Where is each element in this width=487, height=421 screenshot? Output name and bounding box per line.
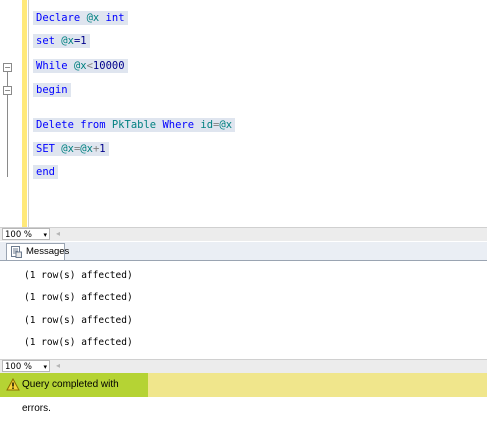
fold-gutter: − −: [0, 0, 22, 228]
code-token: 1: [99, 143, 106, 155]
messages-pane: (1 row(s) affected) (1 row(s) affected) …: [0, 261, 487, 359]
collapse-while-icon[interactable]: −: [3, 63, 12, 72]
code-line[interactable]: set @x=1: [33, 34, 90, 48]
collapse-begin-icon[interactable]: −: [3, 86, 12, 95]
messages-zoom-strip: 100 % ▾ ◂: [0, 359, 487, 373]
code-token: @x: [73, 60, 87, 72]
code-line[interactable]: While @x<10000: [33, 59, 128, 73]
status-text: Query completed with errors.: [22, 379, 119, 414]
messages-icon: [11, 246, 22, 258]
code-token: @x: [86, 12, 100, 24]
status-highlight: Query completed with errors.: [0, 373, 148, 414]
query-editor[interactable]: − − Declare @x int set @x=1 While @x<10000…: [0, 0, 487, 228]
change-tracking-bar: [22, 0, 27, 228]
code-token: Where: [156, 119, 201, 131]
zoom-value: 100 %: [5, 230, 33, 240]
chevron-down-icon: ▾: [43, 363, 47, 371]
code-token: @x: [61, 143, 74, 155]
editor-zoom-select[interactable]: 100 % ▾: [2, 228, 50, 240]
message-line: (1 row(s) affected): [24, 270, 133, 281]
code-token: set: [36, 35, 62, 47]
message-line: (1 row(s) affected): [24, 337, 133, 348]
status-bar: Query completed with errors.: [0, 373, 487, 414]
code-token: end: [36, 166, 55, 178]
editor-zoom-strip: 100 % ▾ ◂: [0, 227, 487, 241]
code-token: Delete from: [36, 119, 112, 131]
code-line[interactable]: begin: [33, 83, 71, 97]
messages-zoom-select[interactable]: 100 % ▾: [2, 360, 50, 372]
code-token: =1: [73, 35, 87, 47]
code-token: Declare: [36, 12, 87, 24]
message-line: (1 row(s) affected): [24, 315, 133, 326]
tab-messages-label: Messages: [26, 246, 70, 257]
fold-guide: [7, 72, 8, 86]
code-token: While: [36, 60, 74, 72]
warning-icon: [6, 378, 20, 391]
message-line: (1 row(s) affected): [24, 292, 133, 303]
code-token: id: [200, 119, 214, 131]
zoom-value: 100 %: [5, 362, 33, 372]
code-line[interactable]: SET @x=@x+1: [33, 142, 109, 156]
code-token: begin: [36, 84, 68, 96]
code-token: SET: [36, 143, 62, 155]
scroll-left-icon[interactable]: ◂: [56, 228, 60, 240]
code-token: int: [99, 12, 125, 24]
results-tabbar: Messages: [0, 242, 487, 261]
code-area[interactable]: Declare @x int set @x=1 While @x<10000 begi…: [29, 0, 487, 228]
scroll-left-icon[interactable]: ◂: [56, 360, 60, 372]
code-token: 10000: [92, 60, 125, 72]
code-line[interactable]: Declare @x int: [33, 11, 128, 25]
code-line[interactable]: end: [33, 165, 58, 179]
fold-guide: [7, 95, 8, 177]
tab-messages[interactable]: Messages: [6, 243, 69, 260]
code-token: @x: [219, 119, 233, 131]
code-token: PkTable: [111, 119, 157, 131]
code-token: @x: [61, 35, 74, 47]
code-token: @x: [80, 143, 93, 155]
chevron-down-icon: ▾: [43, 231, 47, 239]
code-line[interactable]: Delete from PkTable Where id=@x: [33, 118, 236, 132]
